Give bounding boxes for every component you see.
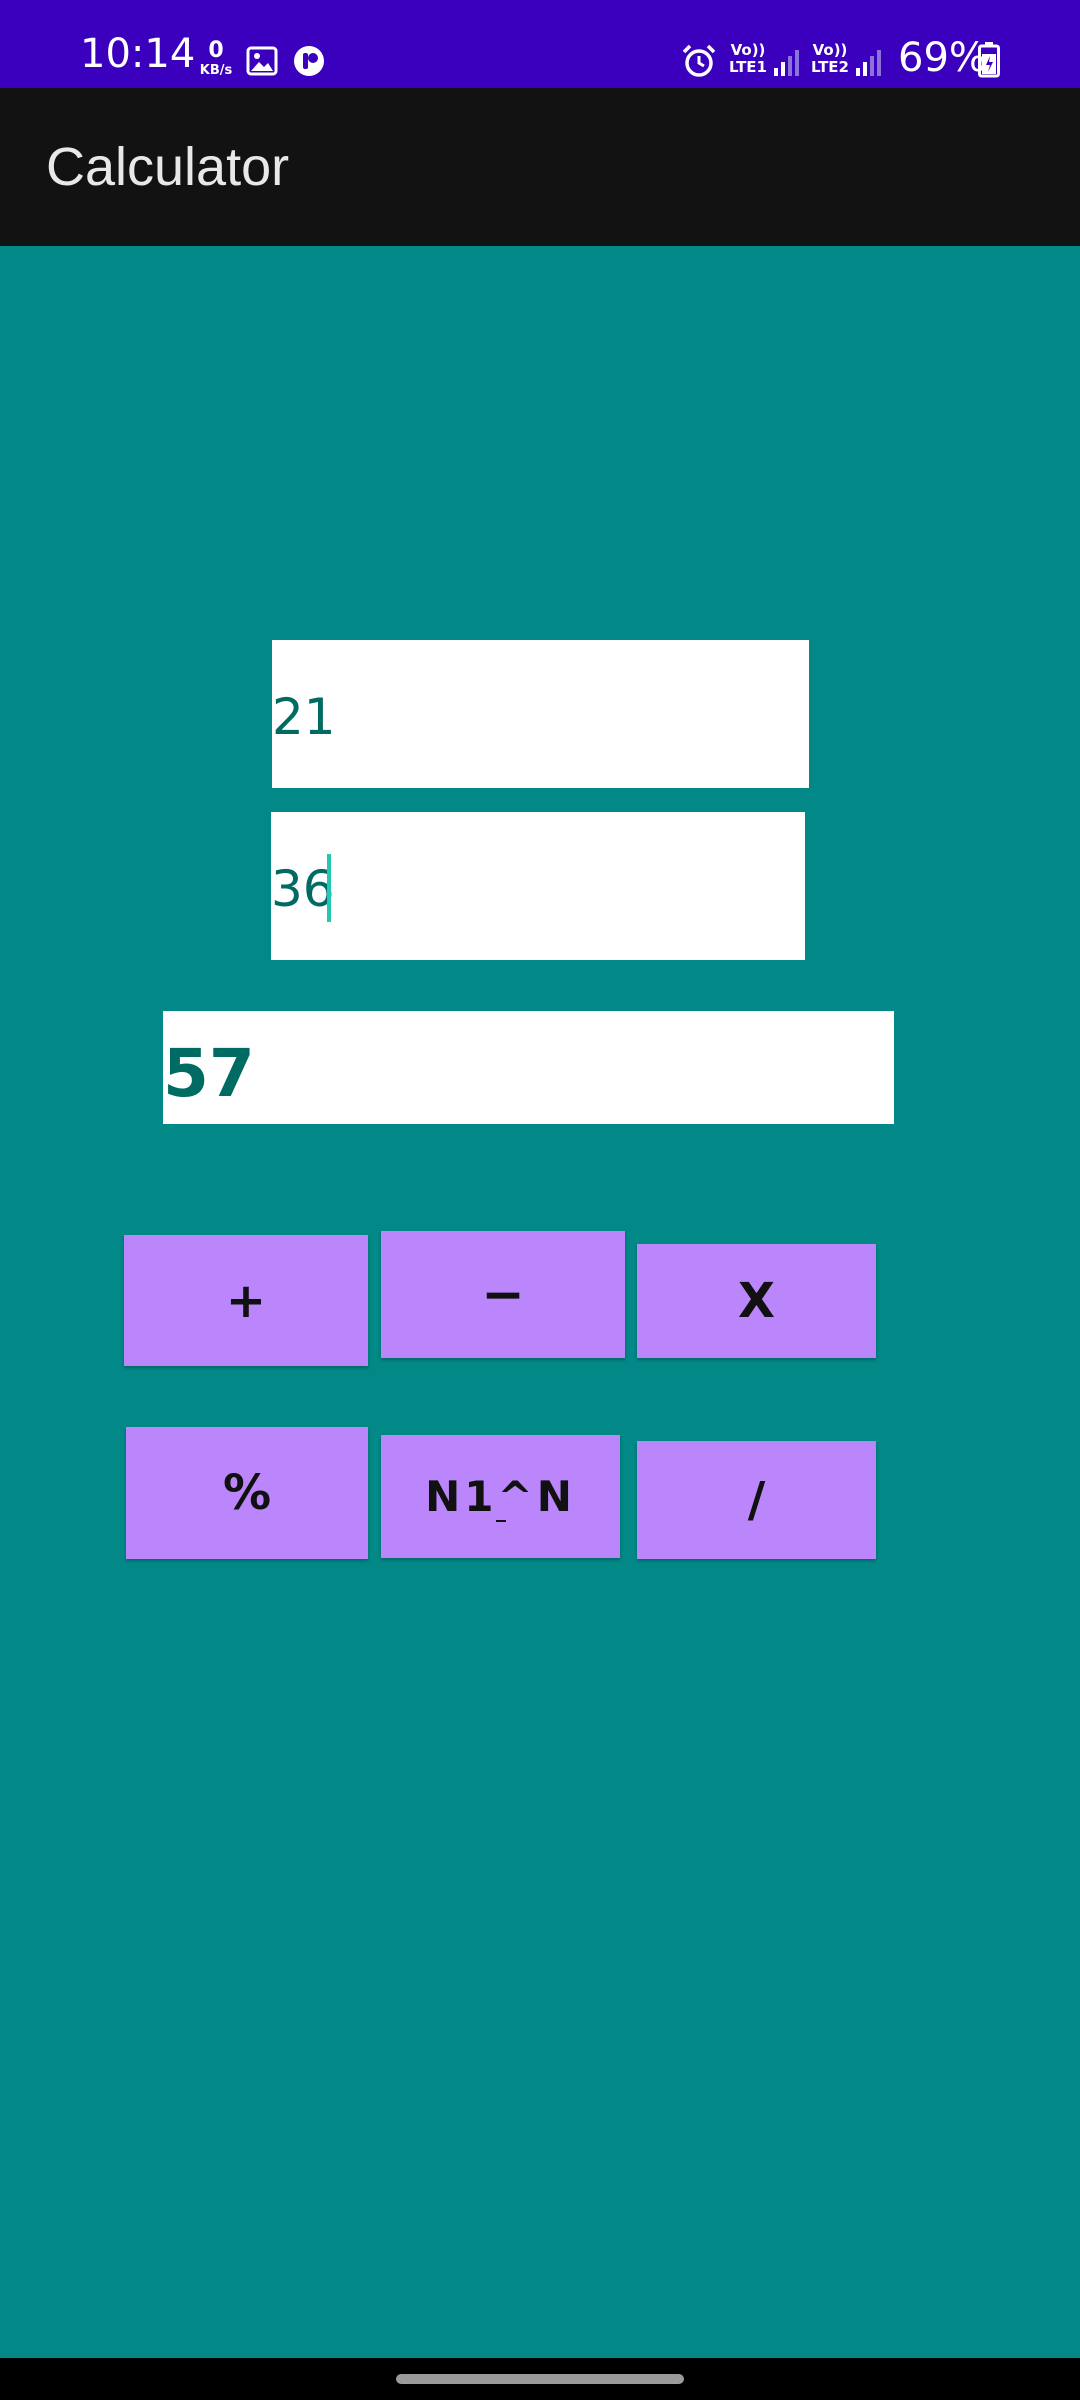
modulo-button[interactable]: %: [126, 1427, 368, 1559]
navigation-bar: [0, 2358, 1080, 2400]
power-button[interactable]: N1^N: [381, 1435, 620, 1558]
divide-button[interactable]: /: [637, 1441, 876, 1559]
status-time: 10:14: [80, 31, 196, 77]
battery-icon: [978, 42, 1000, 78]
net-speed-indicator: 0 KB/s: [194, 38, 238, 78]
status-bar: 10:14 0 KB/s Vo)) LTE1 Vo)) LTE2 69%: [0, 0, 1080, 88]
alarm-icon: [682, 44, 716, 77]
home-gesture-handle[interactable]: [396, 2374, 684, 2384]
add-button[interactable]: +: [124, 1235, 368, 1366]
result-display: 57: [163, 1011, 894, 1124]
net-speed-unit: KB/s: [199, 63, 233, 78]
sim2-signal: Vo)) LTE2: [808, 42, 888, 82]
sim1-lte-label: LTE1: [729, 58, 767, 76]
signal-icon: [856, 50, 881, 76]
sim1-volte-label: Vo)): [730, 41, 766, 59]
text-cursor: [327, 854, 331, 922]
signal-icon: [774, 50, 799, 76]
gallery-icon: [246, 46, 278, 76]
subtract-button[interactable]: −: [381, 1231, 625, 1358]
power-button-underline: [495, 1520, 506, 1522]
app-title: Calculator: [46, 137, 290, 197]
battery-percent: 69%: [898, 35, 987, 81]
second-number-input[interactable]: 36: [271, 812, 805, 960]
first-number-input[interactable]: 21: [272, 640, 809, 788]
multiply-button[interactable]: X: [637, 1244, 876, 1358]
sim1-signal: Vo)) LTE1: [726, 42, 806, 82]
power-button-label: N1^N: [425, 1472, 576, 1521]
result-value: 57: [163, 1035, 255, 1112]
sim2-lte-label: LTE2: [811, 58, 849, 76]
second-number-value: 36: [271, 860, 335, 918]
app-notification-icon: [294, 46, 324, 76]
app-bar: Calculator: [0, 88, 1080, 246]
net-speed-value: 0: [208, 38, 224, 63]
first-number-value: 21: [272, 688, 336, 746]
sim2-volte-label: Vo)): [812, 41, 848, 59]
